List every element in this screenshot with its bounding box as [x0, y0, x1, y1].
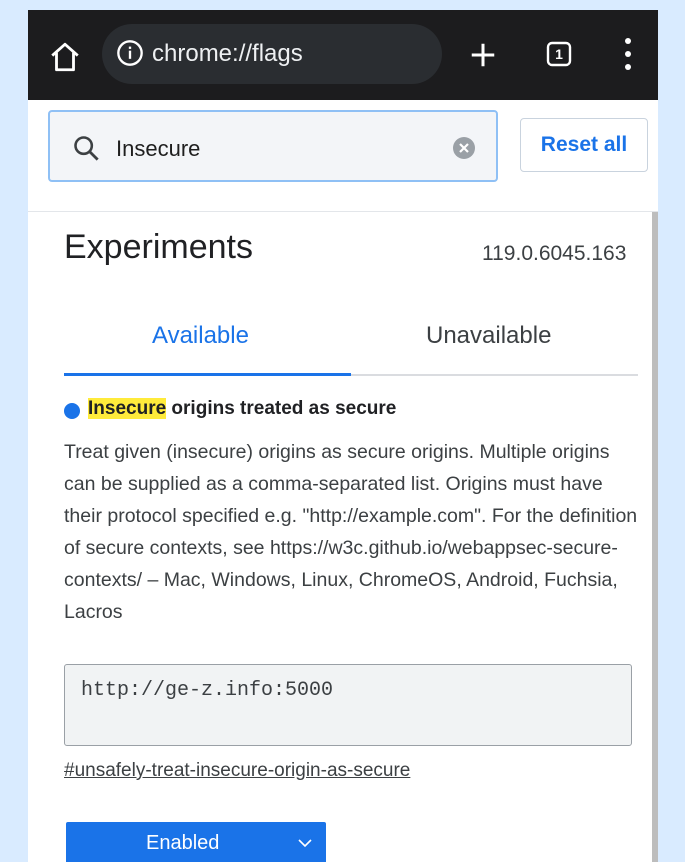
tabs-icon[interactable]: 1: [546, 41, 572, 67]
flag-state-select[interactable]: Enabled: [66, 822, 326, 862]
flag-state-label: Enabled: [146, 832, 220, 854]
search-icon: [74, 136, 99, 161]
info-icon[interactable]: [116, 39, 144, 67]
flag-title-highlight: Insecure: [88, 398, 167, 419]
flag-anchor-link[interactable]: #unsafely-treat-insecure-origin-as-secur…: [64, 760, 410, 782]
tab-available[interactable]: Available: [152, 322, 249, 350]
omnibox[interactable]: chrome://flags: [102, 24, 442, 84]
search-input[interactable]: [116, 136, 416, 162]
flag-title-rest: origins treated as secure: [166, 398, 397, 419]
chevron-down-icon: [298, 839, 312, 848]
menu-icon[interactable]: [623, 36, 633, 72]
search-row: Reset all: [28, 100, 658, 212]
reset-all-button[interactable]: Reset all: [520, 118, 648, 172]
search-box[interactable]: [48, 110, 498, 182]
flag-title: Insecure origins treated as secure: [88, 398, 396, 420]
clear-icon[interactable]: [452, 136, 476, 160]
page-title: Experiments: [64, 228, 253, 266]
flag-origins-input[interactable]: http://ge-z.info:5000: [64, 664, 632, 746]
tab-active-indicator: [64, 373, 351, 376]
browser-toolbar: chrome://flags 1: [28, 10, 658, 100]
home-icon[interactable]: [48, 40, 82, 74]
tab-unavailable[interactable]: Unavailable: [426, 322, 551, 350]
plus-icon[interactable]: [468, 40, 498, 70]
tab-count: 1: [555, 46, 563, 62]
scrollbar[interactable]: [652, 212, 658, 862]
version-label: 119.0.6045.163: [482, 242, 627, 265]
flag-description: Treat given (insecure) origins as secure…: [64, 441, 638, 623]
url-text: chrome://flags: [152, 40, 303, 67]
flag-status-dot: [64, 403, 80, 419]
phone-screen: chrome://flags 1 Insecure Reset all Expe…: [28, 10, 658, 862]
